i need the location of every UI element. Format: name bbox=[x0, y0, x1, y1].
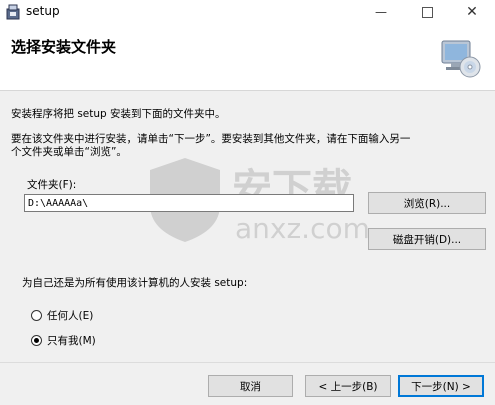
watermark-domain: anxz.com bbox=[235, 212, 370, 245]
radio-everyone[interactable]: 任何人(E) bbox=[31, 308, 93, 323]
folder-label: 文件夹(F): bbox=[27, 179, 77, 191]
radio-label-just-me: 只有我(M) bbox=[47, 335, 96, 347]
minimize-icon: — bbox=[375, 5, 387, 19]
maximize-icon bbox=[421, 6, 433, 18]
browse-button[interactable]: 浏览(R)... bbox=[368, 192, 486, 214]
minimize-button[interactable]: — bbox=[361, 0, 401, 24]
window-title: setup bbox=[26, 4, 60, 18]
radio-just-me[interactable]: 只有我(M) bbox=[31, 333, 96, 348]
radio-button-everyone[interactable] bbox=[31, 310, 42, 321]
computer-cd-icon bbox=[441, 40, 481, 78]
close-icon: ✕ bbox=[466, 4, 478, 20]
footer-divider bbox=[0, 362, 495, 363]
page-title: 选择安装文件夹 bbox=[11, 38, 117, 56]
close-button[interactable]: ✕ bbox=[452, 0, 492, 24]
folder-path-input[interactable] bbox=[24, 194, 354, 212]
cancel-button[interactable]: 取消 bbox=[208, 375, 293, 397]
title-bar: setup — ✕ bbox=[0, 0, 495, 24]
maximize-button[interactable] bbox=[407, 0, 447, 24]
wizard-header: 选择安装文件夹 bbox=[0, 24, 495, 91]
info-text-2a: 要在该文件夹中进行安装，请单击“下一步”。要安装到其他文件夹，请在下面输入另一 bbox=[11, 133, 411, 145]
next-button[interactable]: 下一步(N) > bbox=[398, 375, 484, 397]
install-for-question: 为自己还是为所有使用该计算机的人安装 setup: bbox=[22, 277, 248, 289]
radio-label-everyone: 任何人(E) bbox=[47, 310, 94, 322]
info-text-2b: 个文件夹或单击“浏览”。 bbox=[11, 146, 127, 158]
disk-cost-button[interactable]: 磁盘开销(D)... bbox=[368, 228, 486, 250]
setup-app-icon bbox=[6, 4, 20, 20]
back-button[interactable]: < 上一步(B) bbox=[305, 375, 391, 397]
info-text-1: 安装程序将把 setup 安装到下面的文件夹中。 bbox=[11, 108, 226, 120]
radio-button-just-me[interactable] bbox=[31, 335, 42, 346]
